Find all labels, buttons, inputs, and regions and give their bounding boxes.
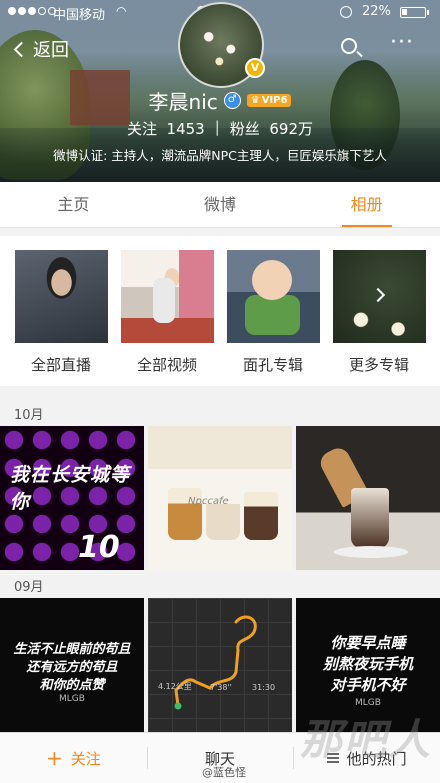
follow-button[interactable]: + 关注 [0,733,147,783]
quote-line: 你要早点睡 [330,634,406,652]
profile-header: 中国移动 ◠ 04:22 22% 返回 ··· V 李晨nic ♂ ♛ VIP6… [0,0,440,182]
watermark-credit: @蓝色怪 [202,766,246,779]
following-stat[interactable]: 关注 1453 [127,118,205,139]
run-distance: 4.12公里 [158,682,192,691]
back-label: 返回 [33,40,69,61]
photo-october-3[interactable] [296,426,440,570]
photo-october-1[interactable]: 我在长安城等你 10 [0,426,144,570]
vip-badge-icon: V [245,58,265,78]
month-heading-october: 10月 [14,408,44,423]
photo-october-2[interactable]: Npccafe [148,426,292,570]
fans-stat[interactable]: 粉丝 692万 [230,118,313,139]
rotation-lock-icon [340,6,352,18]
coffee-cup [206,480,240,540]
album-video-thumbnail[interactable] [121,250,214,343]
battery-icon [400,7,429,18]
photo-september-1[interactable]: 生活不止眼前的苟且 还有远方的苟且 和你的点赞 MLGB [0,598,144,732]
run-pace: 7'38'' [210,683,232,692]
watermark: 那吧人 [299,715,432,764]
album-face-thumbnail[interactable] [227,250,320,343]
tab-home[interactable]: 主页 [0,182,147,227]
name-row: 李晨nic ♂ ♛ VIP6 [0,86,440,115]
verified-icon[interactable]: ♂ [223,92,241,109]
vip-level-badge[interactable]: ♛ VIP6 [246,94,292,107]
quote-line: 和你的点赞 [39,678,105,693]
quote-line: 生活不止眼前的苟且 [13,642,131,657]
album-row: 全部直播 全部视频 面孔专辑 更多专辑 [0,236,440,386]
album-live-thumbnail[interactable] [15,250,108,343]
fans-count: 692万 [269,120,313,138]
tab-album[interactable]: 相册 [293,182,440,227]
album-label-face[interactable]: 面孔专辑 [218,354,328,375]
album-more-thumbnail[interactable] [333,250,426,343]
coffee-cup [244,492,278,540]
following-count: 1453 [166,120,205,138]
follow-label: 关注 [70,749,101,768]
plate [334,546,408,558]
tab-weibo[interactable]: 微博 [147,182,294,227]
photo-september-2[interactable]: 4.12公里 7'38'' 31:30 [148,598,292,732]
photo-number: 10 [78,530,120,565]
crown-icon: ♛ [250,95,260,106]
quote-line: 别熬夜玩手机 [322,655,413,673]
album-label-video[interactable]: 全部视频 [112,354,222,375]
chevron-right-icon [370,287,386,303]
quote-line: 对手机不好 [330,676,406,694]
username: 李晨nic [148,90,218,114]
chevron-left-icon [13,41,30,57]
fans-label: 粉丝 [229,120,260,138]
profile-tabs: 主页 微博 相册 [0,182,440,228]
cup-label: Npccafe [188,496,229,507]
stats-separator: | [214,118,220,136]
quote-line: 还有远方的苟且 [26,660,118,675]
more-icon[interactable]: ··· [390,32,414,54]
vip-level-label: VIP6 [261,95,288,106]
month-heading-september: 09月 [14,580,44,595]
run-duration: 31:30 [252,683,276,692]
following-label: 关注 [126,120,157,138]
album-label-live[interactable]: 全部直播 [6,354,116,375]
back-button[interactable]: 返回 [10,36,69,62]
battery-fill [402,9,407,15]
album-label-more[interactable]: 更多专辑 [324,354,434,375]
battery-percent: 22% [362,4,391,19]
photo-caption: 我在长安城等你 [10,464,131,513]
milkshake-glass [351,488,389,548]
verification-text: 微博认证: 主持人，潮流品牌NPC主理人，巨匠娱乐旗下艺人 [53,148,387,163]
stats-row: 关注 1453 | 粉丝 692万 [0,118,440,139]
quote-signature: MLGB [59,694,85,704]
running-route [174,615,257,710]
search-icon[interactable] [341,38,357,54]
plus-icon: + [45,746,63,770]
